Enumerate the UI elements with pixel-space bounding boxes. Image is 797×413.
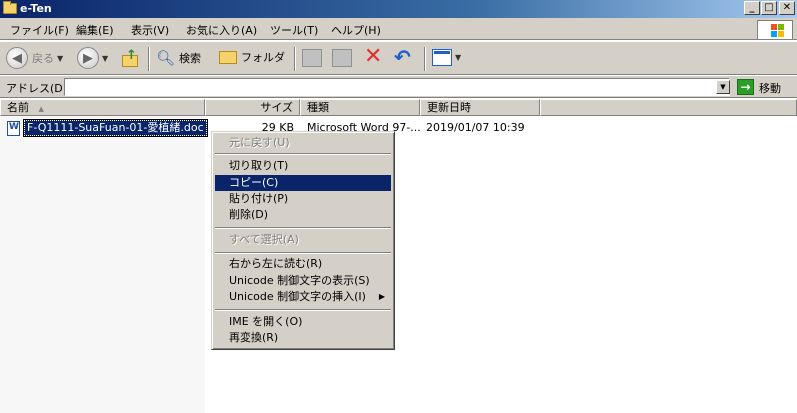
file-list[interactable]: F-Q1111-SuaFuan-01-愛植緒.doc 29 KB Microso… [0,116,797,413]
folder-icon [3,1,17,14]
chevron-down-icon[interactable]: ▼ [102,54,108,63]
folder-icon [219,50,237,64]
views-grid-icon [432,49,452,66]
search-button[interactable]: 🔍︎ 検索 [156,49,201,67]
menu-separator [215,153,391,155]
name-column-shade [0,116,205,413]
title-bar[interactable]: e-Ten _ □ ✕ [0,0,797,18]
menu-item-ime-open[interactable]: IME を開く(O) [215,314,391,330]
menu-separator [215,252,391,254]
column-filler [540,99,797,116]
forward-button[interactable]: ▶ ▼ [77,47,108,69]
move-to-icon [302,49,322,67]
forward-arrow-icon: ▶ [77,47,99,69]
address-bar: アドレス(D) ▼ → 移動 [0,76,797,98]
close-button[interactable]: ✕ [779,1,795,15]
maximize-button[interactable]: □ [761,1,777,15]
undo-arrow-icon: ↶ [394,45,411,69]
window-title: e-Ten [20,2,52,15]
submenu-arrow-icon: ▶ [378,292,385,301]
menu-edit[interactable]: 編集(E) [76,22,114,38]
menu-item-undo[interactable]: 元に戻す(U) [215,135,391,151]
chevron-down-icon[interactable]: ▼ [455,53,461,62]
menu-help[interactable]: ヘルプ(H) [331,22,381,38]
menu-view[interactable]: 表示(V) [131,22,169,38]
menu-item-copy[interactable]: コピー(C) [215,175,391,191]
up-folder-icon: ↑ [120,48,140,68]
menu-favorites[interactable]: お気に入り(A) [186,22,257,38]
views-button[interactable]: ▼ [432,49,461,66]
window-controls: _ □ ✕ [743,1,795,15]
copy-to-icon [332,49,352,67]
file-name-rename-field[interactable]: F-Q1111-SuaFuan-01-愛植緒.doc [23,119,208,137]
menu-file[interactable]: ファイル(F) [10,22,69,38]
copy-to-button[interactable] [332,49,352,67]
address-label: アドレス(D) [6,82,68,95]
sort-up-icon: ▲ [38,105,44,113]
chevron-down-icon[interactable]: ▼ [716,80,730,94]
menu-item-right-to-left[interactable]: 右から左に読む(R) [215,256,391,272]
address-input[interactable] [64,78,730,96]
menu-item-select-all[interactable]: すべて選択(A) [215,232,391,248]
menu-item-paste[interactable]: 貼り付け(P) [215,191,391,207]
folders-button[interactable]: フォルダ [219,49,285,65]
context-menu: 元に戻す(U) 切り取り(T) コピー(C) 貼り付け(P) 削除(D) すべて… [211,131,395,350]
menu-item-unicode-insert[interactable]: Unicode 制御文字の挿入(I) ▶ [215,289,391,305]
undo-button[interactable]: ↶ [394,46,411,68]
file-modified: 2019/01/07 10:39 [426,121,525,134]
menu-item-reconvert[interactable]: 再変換(R) [215,330,391,346]
move-to-button[interactable] [302,49,322,67]
column-type[interactable]: 種類 [300,99,420,116]
column-name[interactable]: 名前 ▲ [0,99,205,116]
menu-item-cut[interactable]: 切り取り(T) [215,158,391,174]
column-modified[interactable]: 更新日時 [420,99,540,116]
delete-x-icon: ✕ [364,44,383,69]
column-size[interactable]: サイズ [205,99,300,116]
word-document-icon [7,121,20,136]
back-button[interactable]: ◀ 戻る ▼ [6,47,63,69]
menu-separator [215,227,391,229]
up-folder-button[interactable]: ↑ [120,48,140,68]
toolbar: ◀ 戻る ▼ ▶ ▼ ↑ 🔍︎ 検索 フォルダ ✕ ↶ ▼ [0,41,797,75]
go-arrow-icon[interactable]: → [737,79,754,95]
search-icon: 🔍︎ [156,49,176,67]
windows-flag-icon [771,24,784,37]
column-header: 名前 ▲ サイズ 種類 更新日時 [0,99,797,116]
go-button[interactable]: 移動 [759,80,781,96]
delete-button[interactable]: ✕ [364,46,382,68]
menu-separator [215,309,391,311]
windows-logo [757,20,793,40]
minimize-button[interactable]: _ [744,1,760,15]
file-row[interactable]: F-Q1111-SuaFuan-01-愛植緒.doc 29 KB Microso… [0,119,797,137]
menu-tools[interactable]: ツール(T) [270,22,318,38]
menu-item-unicode-show[interactable]: Unicode 制御文字の表示(S) [215,273,391,289]
back-arrow-icon: ◀ [6,47,28,69]
chevron-down-icon[interactable]: ▼ [57,54,63,63]
menu-item-delete[interactable]: 削除(D) [215,207,391,223]
menu-bar: ファイル(F) 編集(E) 表示(V) お気に入り(A) ツール(T) ヘルプ(… [0,18,797,40]
